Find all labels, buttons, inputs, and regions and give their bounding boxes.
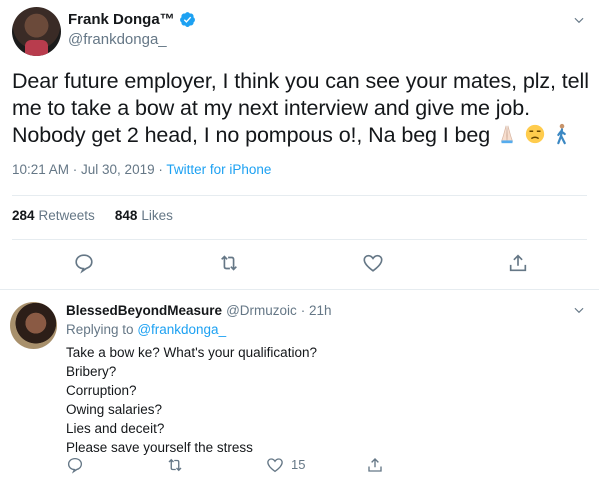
author-name[interactable]: Frank Donga™ [68,11,175,28]
author-name-row: Frank Donga™ [68,11,196,28]
avatar[interactable] [10,302,57,349]
folded-hands-emoji [501,125,513,144]
divider [12,195,587,196]
likes-label: Likes [141,208,173,223]
retweets-label: Retweets [38,208,95,223]
divider [12,239,587,240]
reply-icon[interactable] [66,456,84,474]
like-icon[interactable] [266,456,284,474]
main-tweet: Frank Donga™ @frankdonga_ Dear future em… [0,0,599,290]
retweet-icon[interactable] [218,252,240,274]
unamused-face-emoji [525,124,545,144]
reply-author-handle[interactable]: @Drmuzoic [226,303,297,318]
reply-line: Lies and deceit? [66,421,165,436]
replying-prefix: Replying to [66,322,134,337]
retweets-stat[interactable]: 284 Retweets [12,208,95,223]
reply-author-name[interactable]: BlessedBeyondMeasure [66,303,222,318]
chevron-down-icon[interactable] [572,13,586,27]
reply-author-row: BlessedBeyondMeasure @Drmuzoic · 21h [66,303,332,318]
reply-text: Take a bow ke? What's your qualification… [66,343,317,457]
tweet-actions [0,252,599,276]
retweet-icon[interactable] [166,456,184,474]
replying-to-link[interactable]: @frankdonga_ [137,322,226,337]
like-icon[interactable] [362,252,384,274]
reply-likes-count: 15 [291,457,306,472]
reply-icon[interactable] [73,252,95,274]
reply-line: Bribery? [66,364,117,379]
tweet-meta: 10:21 AM · Jul 30, 2019 · Twitter for iP… [12,162,271,177]
reply-time[interactable]: · 21h [301,303,332,318]
reply-line: Take a bow ke? What's your qualification… [66,345,317,360]
meta-separator: · [154,162,167,177]
reply-actions: 15 [0,456,599,476]
source-link[interactable]: Twitter for iPhone [166,162,271,177]
reply-line: Please save yourself the stress [66,440,253,455]
timestamp[interactable]: 10:21 AM · Jul 30, 2019 [12,162,155,177]
chevron-down-icon[interactable] [572,303,586,317]
tweet-body: Dear future employer, I think you can se… [12,68,597,149]
reply-tweet[interactable]: BlessedBeyondMeasure @Drmuzoic · 21h Rep… [0,291,599,485]
author-handle[interactable]: @frankdonga_ [68,31,167,48]
verified-badge-icon [179,12,195,27]
avatar[interactable] [12,7,61,56]
share-icon[interactable] [507,252,529,274]
likes-count: 848 [114,208,138,223]
replying-to: Replying to @frankdonga_ [66,322,226,337]
divider [0,289,599,290]
reply-line: Owing salaries? [66,402,163,417]
tweet-stats: 284 Retweets 848 Likes [12,208,173,223]
share-icon[interactable] [366,456,384,474]
likes-stat[interactable]: 848 Likes [115,208,173,223]
walking-man-emoji [556,123,566,145]
retweets-count: 284 [12,208,35,223]
reply-line: Corruption? [66,383,137,398]
